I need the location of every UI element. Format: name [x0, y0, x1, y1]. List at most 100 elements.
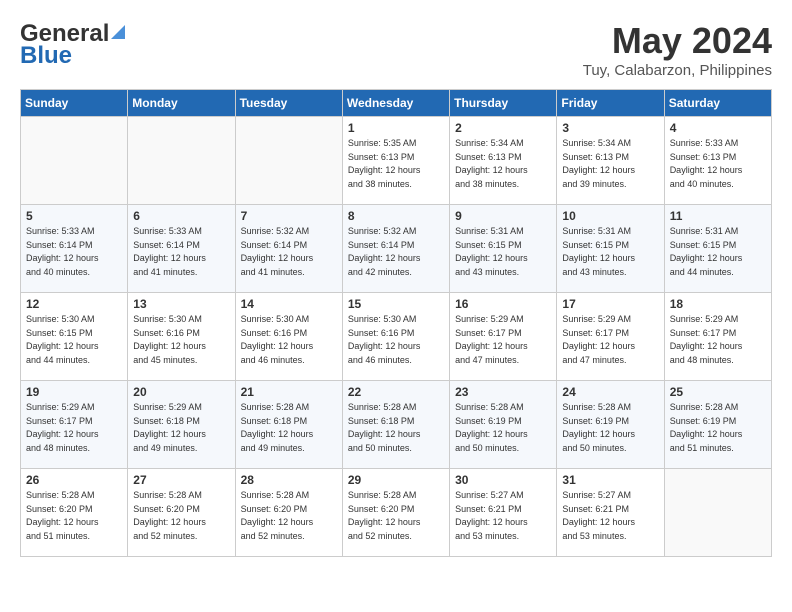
calendar-cell	[21, 117, 128, 205]
day-info: Sunrise: 5:28 AM Sunset: 6:19 PM Dayligh…	[562, 401, 658, 455]
day-number: 18	[670, 297, 766, 311]
day-info: Sunrise: 5:33 AM Sunset: 6:13 PM Dayligh…	[670, 137, 766, 191]
day-info: Sunrise: 5:34 AM Sunset: 6:13 PM Dayligh…	[455, 137, 551, 191]
month-title: May 2024	[583, 20, 772, 62]
day-info: Sunrise: 5:31 AM Sunset: 6:15 PM Dayligh…	[562, 225, 658, 279]
calendar-cell: 30 Sunrise: 5:27 AM Sunset: 6:21 PM Dayli…	[450, 469, 557, 557]
calendar-cell: 17 Sunrise: 5:29 AM Sunset: 6:17 PM Dayli…	[557, 293, 664, 381]
day-info: Sunrise: 5:30 AM Sunset: 6:16 PM Dayligh…	[241, 313, 337, 367]
day-info: Sunrise: 5:30 AM Sunset: 6:16 PM Dayligh…	[348, 313, 444, 367]
calendar-body: 1 Sunrise: 5:35 AM Sunset: 6:13 PM Daylig…	[21, 117, 772, 557]
week-row-0: 1 Sunrise: 5:35 AM Sunset: 6:13 PM Daylig…	[21, 117, 772, 205]
calendar-cell: 8 Sunrise: 5:32 AM Sunset: 6:14 PM Daylig…	[342, 205, 449, 293]
weekday-sunday: Sunday	[21, 90, 128, 117]
calendar-cell: 31Sunrise: 5:27 AM Sunset: 6:21 PM Dayli…	[557, 469, 664, 557]
calendar-cell	[128, 117, 235, 205]
day-info: Sunrise: 5:28 AM Sunset: 6:20 PM Dayligh…	[26, 489, 122, 543]
day-number: 26	[26, 473, 122, 487]
calendar-cell: 6Sunrise: 5:33 AM Sunset: 6:14 PM Daylig…	[128, 205, 235, 293]
calendar-cell: 9 Sunrise: 5:31 AM Sunset: 6:15 PM Daylig…	[450, 205, 557, 293]
day-info: Sunrise: 5:28 AM Sunset: 6:18 PM Dayligh…	[348, 401, 444, 455]
week-row-3: 19Sunrise: 5:29 AM Sunset: 6:17 PM Dayli…	[21, 381, 772, 469]
day-number: 27	[133, 473, 229, 487]
calendar-cell: 14 Sunrise: 5:30 AM Sunset: 6:16 PM Dayli…	[235, 293, 342, 381]
day-number: 10	[562, 209, 658, 223]
day-info: Sunrise: 5:30 AM Sunset: 6:15 PM Dayligh…	[26, 313, 122, 367]
day-info: Sunrise: 5:28 AM Sunset: 6:19 PM Dayligh…	[670, 401, 766, 455]
day-info: Sunrise: 5:30 AM Sunset: 6:16 PM Dayligh…	[133, 313, 229, 367]
day-number: 2	[455, 121, 551, 135]
calendar-cell: 18 Sunrise: 5:29 AM Sunset: 6:17 PM Dayli…	[664, 293, 771, 381]
day-number: 28	[241, 473, 337, 487]
logo-blue: Blue	[20, 42, 72, 70]
weekday-saturday: Saturday	[664, 90, 771, 117]
calendar-table: SundayMondayTuesdayWednesdayThursdayFrid…	[20, 89, 772, 557]
day-number: 5	[26, 209, 122, 223]
day-info: Sunrise: 5:29 AM Sunset: 6:17 PM Dayligh…	[562, 313, 658, 367]
week-row-1: 5Sunrise: 5:33 AM Sunset: 6:14 PM Daylig…	[21, 205, 772, 293]
day-info: Sunrise: 5:31 AM Sunset: 6:15 PM Dayligh…	[455, 225, 551, 279]
calendar-cell	[235, 117, 342, 205]
weekday-thursday: Thursday	[450, 90, 557, 117]
week-row-2: 12Sunrise: 5:30 AM Sunset: 6:15 PM Dayli…	[21, 293, 772, 381]
day-number: 17	[562, 297, 658, 311]
day-number: 21	[241, 385, 337, 399]
day-number: 23	[455, 385, 551, 399]
day-info: Sunrise: 5:29 AM Sunset: 6:17 PM Dayligh…	[670, 313, 766, 367]
day-number: 8	[348, 209, 444, 223]
day-info: Sunrise: 5:29 AM Sunset: 6:18 PM Dayligh…	[133, 401, 229, 455]
calendar-cell: 23Sunrise: 5:28 AM Sunset: 6:19 PM Dayli…	[450, 381, 557, 469]
day-number: 30	[455, 473, 551, 487]
day-number: 22	[348, 385, 444, 399]
day-info: Sunrise: 5:27 AM Sunset: 6:21 PM Dayligh…	[455, 489, 551, 543]
day-number: 16	[455, 297, 551, 311]
day-number: 29	[348, 473, 444, 487]
day-info: Sunrise: 5:32 AM Sunset: 6:14 PM Dayligh…	[241, 225, 337, 279]
calendar-cell: 27 Sunrise: 5:28 AM Sunset: 6:20 PM Dayli…	[128, 469, 235, 557]
day-info: Sunrise: 5:28 AM Sunset: 6:18 PM Dayligh…	[241, 401, 337, 455]
day-number: 14	[241, 297, 337, 311]
calendar-cell: 1 Sunrise: 5:35 AM Sunset: 6:13 PM Daylig…	[342, 117, 449, 205]
weekday-friday: Friday	[557, 90, 664, 117]
day-info: Sunrise: 5:29 AM Sunset: 6:17 PM Dayligh…	[26, 401, 122, 455]
day-number: 3	[562, 121, 658, 135]
calendar-cell: 4Sunrise: 5:33 AM Sunset: 6:13 PM Daylig…	[664, 117, 771, 205]
day-info: Sunrise: 5:29 AM Sunset: 6:17 PM Dayligh…	[455, 313, 551, 367]
calendar-cell: 20 Sunrise: 5:29 AM Sunset: 6:18 PM Dayli…	[128, 381, 235, 469]
page-header: General Blue May 2024 Tuy, Calabarzon, P…	[20, 20, 772, 79]
calendar-cell: 26 Sunrise: 5:28 AM Sunset: 6:20 PM Dayli…	[21, 469, 128, 557]
day-info: Sunrise: 5:31 AM Sunset: 6:15 PM Dayligh…	[670, 225, 766, 279]
day-number: 7	[241, 209, 337, 223]
day-info: Sunrise: 5:27 AM Sunset: 6:21 PM Dayligh…	[562, 489, 658, 543]
day-number: 9	[455, 209, 551, 223]
day-info: Sunrise: 5:28 AM Sunset: 6:20 PM Dayligh…	[133, 489, 229, 543]
calendar-cell: 21 Sunrise: 5:28 AM Sunset: 6:18 PM Dayli…	[235, 381, 342, 469]
week-row-4: 26 Sunrise: 5:28 AM Sunset: 6:20 PM Dayli…	[21, 469, 772, 557]
day-number: 13	[133, 297, 229, 311]
calendar-cell: 2 Sunrise: 5:34 AM Sunset: 6:13 PM Daylig…	[450, 117, 557, 205]
location: Tuy, Calabarzon, Philippines	[583, 62, 772, 79]
day-info: Sunrise: 5:28 AM Sunset: 6:20 PM Dayligh…	[348, 489, 444, 543]
day-info: Sunrise: 5:32 AM Sunset: 6:14 PM Dayligh…	[348, 225, 444, 279]
day-number: 15	[348, 297, 444, 311]
day-number: 1	[348, 121, 444, 135]
calendar-cell: 15 Sunrise: 5:30 AM Sunset: 6:16 PM Dayli…	[342, 293, 449, 381]
weekday-tuesday: Tuesday	[235, 90, 342, 117]
day-number: 20	[133, 385, 229, 399]
calendar-cell: 12Sunrise: 5:30 AM Sunset: 6:15 PM Dayli…	[21, 293, 128, 381]
calendar-cell: 24Sunrise: 5:28 AM Sunset: 6:19 PM Dayli…	[557, 381, 664, 469]
day-number: 25	[670, 385, 766, 399]
logo: General Blue	[20, 20, 125, 70]
weekday-monday: Monday	[128, 90, 235, 117]
day-info: Sunrise: 5:35 AM Sunset: 6:13 PM Dayligh…	[348, 137, 444, 191]
calendar-cell: 16 Sunrise: 5:29 AM Sunset: 6:17 PM Dayli…	[450, 293, 557, 381]
calendar-cell: 11 Sunrise: 5:31 AM Sunset: 6:15 PM Dayli…	[664, 205, 771, 293]
calendar-cell: 10 Sunrise: 5:31 AM Sunset: 6:15 PM Dayli…	[557, 205, 664, 293]
logo-arrow-icon	[111, 25, 125, 39]
day-info: Sunrise: 5:28 AM Sunset: 6:20 PM Dayligh…	[241, 489, 337, 543]
calendar-cell: 22 Sunrise: 5:28 AM Sunset: 6:18 PM Dayli…	[342, 381, 449, 469]
weekday-header-row: SundayMondayTuesdayWednesdayThursdayFrid…	[21, 90, 772, 117]
calendar-cell: 13 Sunrise: 5:30 AM Sunset: 6:16 PM Dayli…	[128, 293, 235, 381]
day-number: 11	[670, 209, 766, 223]
day-number: 6	[133, 209, 229, 223]
